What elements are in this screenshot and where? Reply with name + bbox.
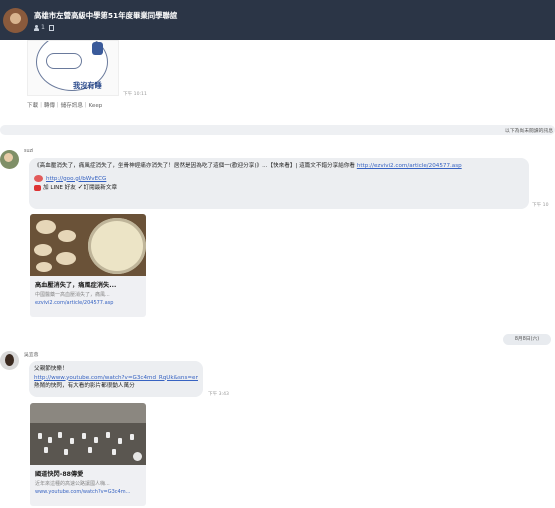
heart-emoji-icon: [34, 184, 41, 191]
sticker-caption: 我沒有睡: [73, 81, 102, 90]
link-preview-card[interactable]: 國道快閃-88傳愛 近年來這種的高速公路讓國人嗨... www.youtube.…: [30, 403, 146, 506]
message-text: 父親節快樂！: [34, 366, 68, 372]
person-figure: [118, 438, 122, 444]
group-avatar[interactable]: [3, 8, 28, 33]
sender-avatar[interactable]: [0, 150, 19, 169]
person-figure: [112, 449, 116, 455]
play-icon[interactable]: [133, 452, 142, 461]
garlic-clove: [58, 230, 76, 242]
person-figure: [106, 432, 110, 438]
card-url[interactable]: ezvivi2.com/article/204577.asp: [35, 300, 113, 306]
card-description: 近年來這種的高速公路讓國人嗨...: [35, 481, 110, 487]
person-figure: [64, 449, 68, 455]
sticker-timestamp: 下午 10:11: [123, 92, 147, 97]
person-figure: [38, 433, 42, 439]
members-count: 1: [41, 24, 45, 31]
date-separator: 8月8日(六): [503, 334, 551, 345]
garlic-clove: [36, 220, 56, 234]
subscribe-text: 訂閱最新文章: [83, 185, 118, 191]
message-bubble: 父親節快樂！ http://www.youtube.com/watch?v=G3…: [29, 361, 203, 397]
sender-name: suzi: [24, 149, 34, 154]
card-title: 高血壓消失了，痛風症消失...: [35, 282, 117, 289]
person-icon: [34, 24, 39, 31]
preview-image: [30, 214, 146, 276]
sender-avatar[interactable]: [0, 351, 19, 370]
eyes-emoji-icon: [34, 174, 43, 182]
garlic-clove: [34, 244, 52, 256]
line-add-text: 加 LINE 好友: [43, 185, 78, 191]
sticker-badge-icon: [92, 42, 103, 55]
message-line: http://goo.gl/bWvECG: [34, 174, 524, 184]
person-figure: [88, 447, 92, 453]
person-figure: [130, 434, 134, 440]
group-title: 高雄市左營高級中學第51年度畢業同學聯誼: [34, 11, 178, 20]
message-line: 加 LINE 好友 ✓訂閱最新文章: [34, 183, 524, 193]
card-title: 國道快閃-88傳愛: [35, 471, 84, 478]
card-description: 中國醫藥一高血壓消失了，痛風...: [35, 292, 110, 298]
person-figure: [44, 447, 48, 453]
person-figure: [70, 438, 74, 444]
chat-header: 高雄市左營高級中學第51年度畢業同學聯誼 1: [0, 0, 555, 40]
sender-name: 吳宜蓉: [24, 353, 39, 358]
message-text: 熱鬧的快閃，有大看的影片都很動人萬分: [34, 383, 135, 389]
preview-image: [30, 403, 146, 465]
message-timestamp: 下午 10: [532, 203, 549, 208]
person-figure: [48, 437, 52, 443]
sticker-face: [46, 53, 82, 69]
garlic-bowl: [88, 218, 146, 274]
sticker-actions[interactable]: 下載｜轉傳｜儲存訊息｜Keep: [27, 101, 102, 109]
short-link[interactable]: http://goo.gl/bWvECG: [46, 176, 106, 182]
link-preview-card[interactable]: 高血壓消失了，痛風症消失... 中國醫藥一高血壓消失了，痛風... ezvivi…: [30, 214, 146, 317]
person-figure: [82, 433, 86, 439]
crowd-scene: [30, 423, 146, 465]
sticker-image[interactable]: 我沒有睡: [27, 40, 119, 96]
garlic-clove: [36, 262, 52, 272]
unread-label: 以下為尚未閱讀的訊息: [505, 129, 553, 134]
message-line: 《高血壓消失了，痛風症消失了，坐骨神經痛亦消失了！居然是因為吃了這個一(歡迎分享…: [34, 162, 524, 171]
article-link[interactable]: http://ezvivi2.com/article/204577.asp: [357, 163, 462, 169]
note-icon[interactable]: [48, 24, 54, 31]
garlic-clove: [56, 252, 76, 265]
members-info[interactable]: 1: [34, 24, 54, 31]
message-timestamp: 下午 3:43: [208, 392, 229, 397]
person-figure: [94, 437, 98, 443]
message-text: 《高血壓消失了，痛風症消失了，坐骨神經痛亦消失了！居然是因為吃了這個一(歡迎分享…: [34, 163, 357, 169]
unread-divider: 以下為尚未閱讀的訊息: [0, 125, 555, 135]
message-bubble: 《高血壓消失了，痛風症消失了，坐骨神經痛亦消失了！居然是因為吃了這個一(歡迎分享…: [29, 158, 529, 209]
person-figure: [58, 432, 62, 438]
card-url[interactable]: www.youtube.com/watch?v=G3c4m...: [35, 489, 130, 495]
youtube-link[interactable]: http://www.youtube.com/watch?v=G3c4md_Rq…: [34, 374, 198, 383]
